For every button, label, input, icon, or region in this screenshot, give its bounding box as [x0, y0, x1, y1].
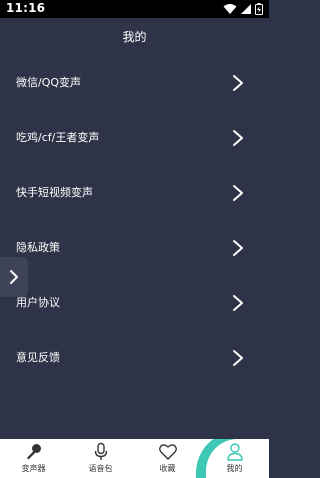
my-page: 我的 微信/QQ变声 吃鸡/cf/王者变声 快手短视频变声 隐私政策 用户协议 …: [0, 18, 269, 439]
tab-label: 收藏: [159, 464, 176, 473]
edge-expand-handle[interactable]: [0, 257, 28, 297]
status-bar: 11:16: [0, 0, 269, 18]
tab-favorites[interactable]: 收藏: [134, 439, 201, 478]
chevron-right-icon: [233, 295, 243, 311]
page-title: 我的: [122, 30, 147, 44]
heart-icon: [158, 444, 177, 460]
menu-item-label: 微信/QQ变声: [16, 76, 82, 89]
chevron-right-icon: [233, 185, 243, 201]
menu-item-kuaishou-voice[interactable]: 快手短视频变声: [0, 167, 269, 219]
menu-item-label: 吃鸡/cf/王者变声: [16, 131, 100, 144]
chevron-right-icon: [10, 270, 18, 284]
tab-label: 我的: [226, 464, 243, 473]
chevron-right-icon: [233, 130, 243, 146]
microphone-icon: [26, 444, 41, 460]
tab-voice-changer[interactable]: 变声器: [0, 439, 67, 478]
user-icon: [226, 443, 243, 461]
menu-item-feedback[interactable]: 意见反馈: [0, 332, 269, 384]
battery-charging-icon: [255, 3, 263, 15]
menu-item-privacy-policy[interactable]: 隐私政策: [0, 222, 269, 274]
menu-item-label: 意见反馈: [16, 351, 60, 364]
tab-mine[interactable]: 我的: [201, 439, 268, 478]
menu-item-user-agreement[interactable]: 用户协议: [0, 277, 269, 329]
chevron-right-icon: [233, 75, 243, 91]
status-time: 11:16: [6, 1, 46, 15]
status-icons: [220, 3, 263, 15]
voice-pack-icon: [94, 442, 107, 460]
menu-item-wechat-qq-voice[interactable]: 微信/QQ变声: [0, 57, 269, 109]
chevron-right-icon: [233, 240, 243, 256]
tab-label: 语音包: [88, 464, 113, 473]
bottom-tab-bar: 变声器 语音包 收藏 我的: [0, 439, 269, 478]
tab-voice-pack[interactable]: 语音包: [67, 439, 134, 478]
tab-label: 变声器: [21, 464, 46, 473]
wifi-icon: [223, 4, 237, 14]
signal-icon: [241, 4, 251, 14]
menu-item-game-voice[interactable]: 吃鸡/cf/王者变声: [0, 112, 269, 164]
menu-item-label: 快手短视频变声: [16, 186, 93, 199]
chevron-right-icon: [233, 350, 243, 366]
